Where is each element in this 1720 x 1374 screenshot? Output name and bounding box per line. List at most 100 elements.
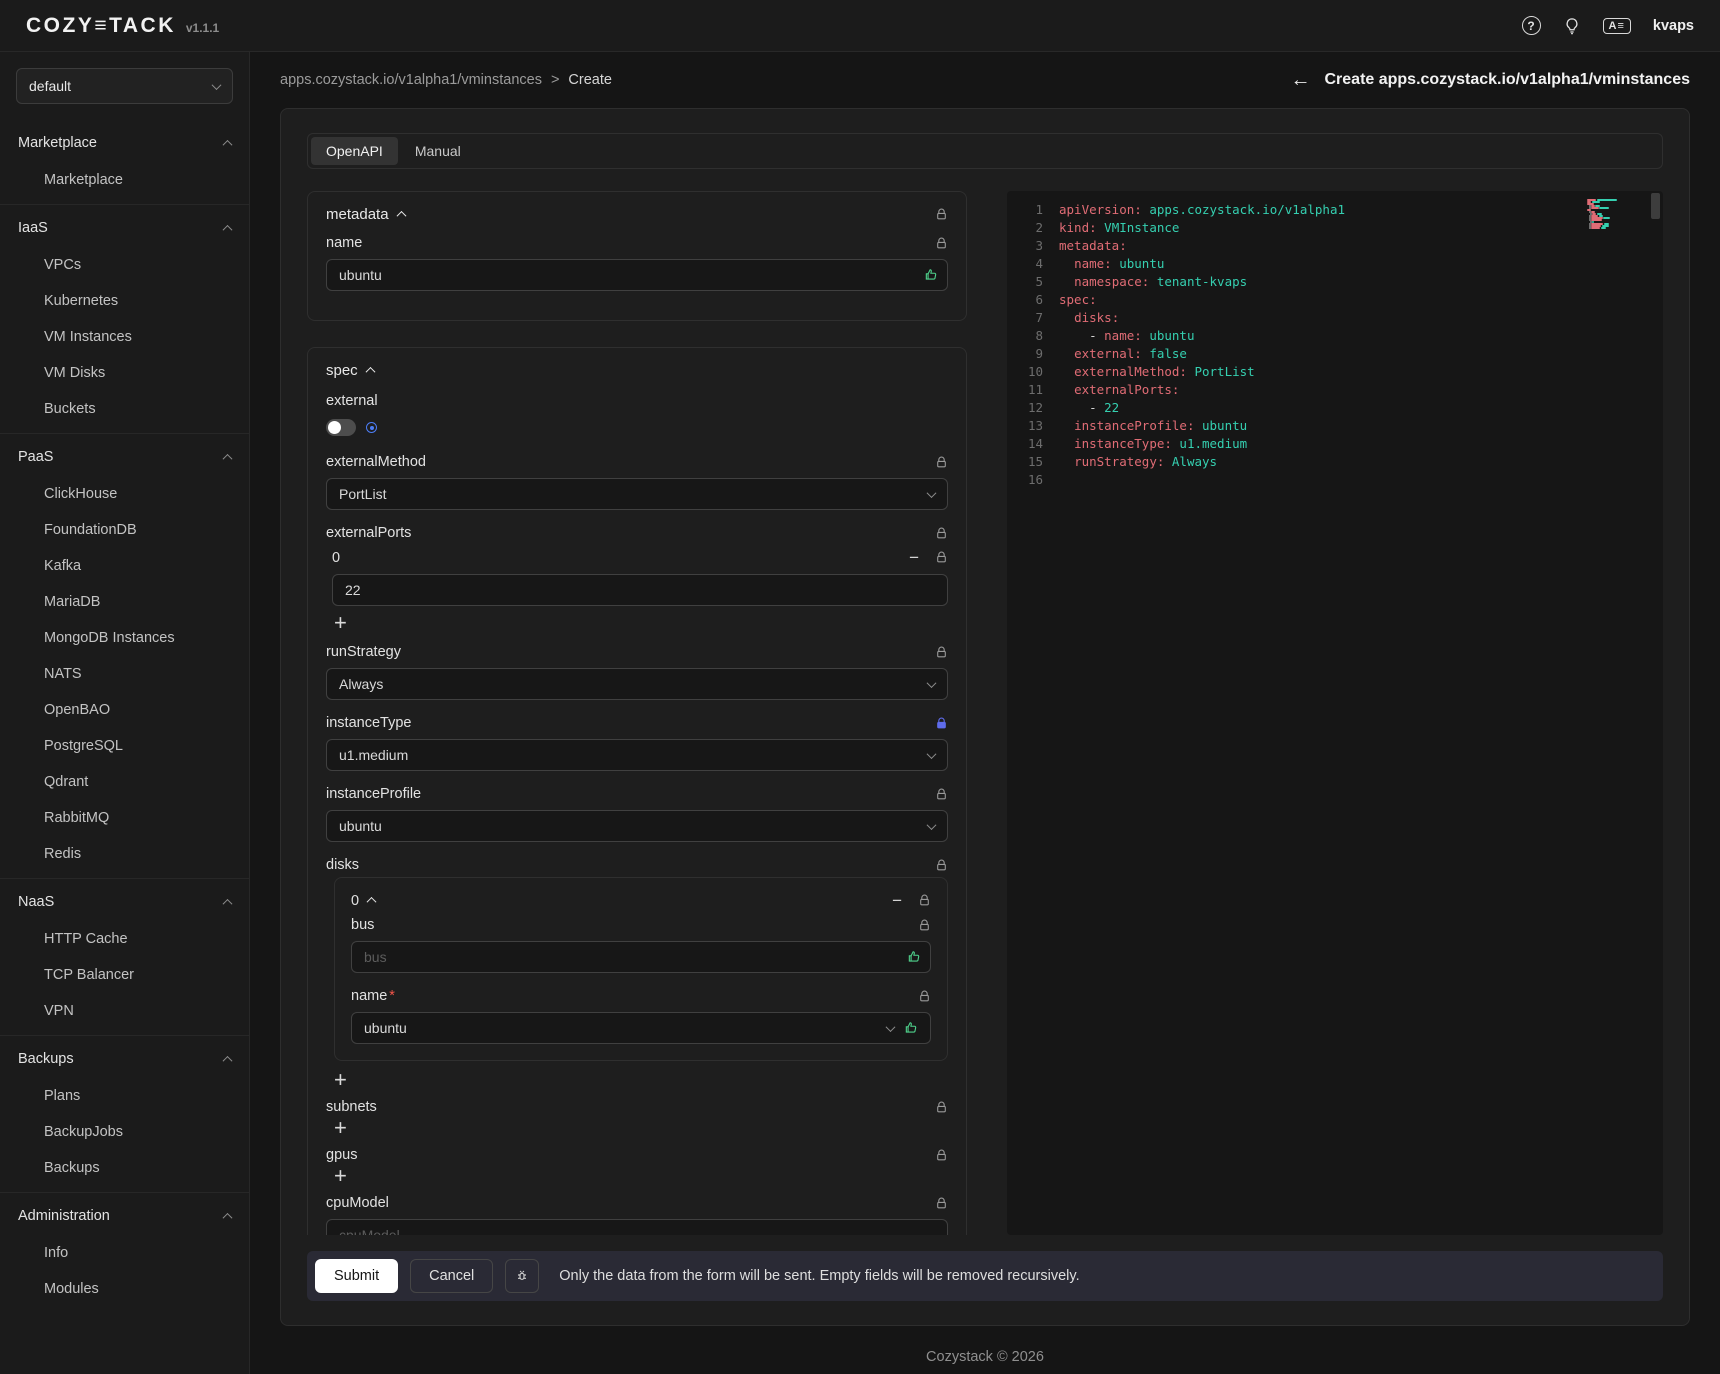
remove-item-icon[interactable]: − xyxy=(892,892,902,909)
sidebar-item-vpcs[interactable]: VPCs xyxy=(0,247,249,283)
lock-icon[interactable] xyxy=(935,859,948,872)
sidebar-item-backups[interactable]: Backups xyxy=(0,1150,249,1186)
help-button[interactable]: ? xyxy=(1522,16,1541,35)
sidebar-section-backups[interactable]: Backups xyxy=(0,1040,249,1078)
bug-icon xyxy=(514,1268,530,1284)
token xyxy=(1059,310,1074,325)
sidebar-item-marketplace[interactable]: Marketplace xyxy=(0,162,249,198)
externalMethod-select[interactable]: PortList xyxy=(326,478,948,510)
submit-button[interactable]: Submit xyxy=(315,1259,398,1293)
sidebar-item-vm-instances[interactable]: VM Instances xyxy=(0,319,249,355)
chevron-down-icon xyxy=(927,488,937,498)
field-cpuModel: cpuModel xyxy=(326,1195,948,1235)
sidebar-item-qdrant[interactable]: Qdrant xyxy=(0,764,249,800)
sidebar-item-http-cache[interactable]: HTTP Cache xyxy=(0,921,249,957)
lock-icon[interactable] xyxy=(935,208,948,221)
sidebar-item-kafka[interactable]: Kafka xyxy=(0,548,249,584)
required-mark: * xyxy=(389,988,395,1004)
thumb-up-icon[interactable] xyxy=(907,950,921,964)
footer-text: Cozystack © 2026 xyxy=(250,1340,1720,1374)
externalPorts-item-input[interactable] xyxy=(332,574,948,606)
tab-manual[interactable]: Manual xyxy=(400,137,476,165)
sidebar-item-kubernetes[interactable]: Kubernetes xyxy=(0,283,249,319)
item-index: 0 xyxy=(351,893,359,909)
page-title-wrap: ← Create apps.cozystack.io/v1alpha1/vmin… xyxy=(1290,70,1690,90)
lock-locked-icon[interactable] xyxy=(935,717,948,730)
disk-item-toggle[interactable]: 0 xyxy=(351,893,375,909)
back-arrow-icon[interactable]: ← xyxy=(1290,70,1310,90)
sidebar-item-buckets[interactable]: Buckets xyxy=(0,391,249,427)
theme-toggle-button[interactable] xyxy=(1563,17,1581,35)
tab-openapi[interactable]: OpenAPI xyxy=(311,137,398,165)
topbar: apps.cozystack.io/v1alpha1/vminstances >… xyxy=(250,52,1720,108)
lock-icon[interactable] xyxy=(918,894,931,907)
line-number: 13 xyxy=(1007,417,1043,435)
lock-icon[interactable] xyxy=(935,551,948,564)
sidebar-section-paas[interactable]: PaaS xyxy=(0,438,249,476)
yaml-editor[interactable]: 12345678910111213141516 apiVersion: apps… xyxy=(1007,191,1663,1235)
sidebar-section: AdministrationInfoModules xyxy=(0,1192,249,1313)
add-subnet-button[interactable]: + xyxy=(334,1117,347,1139)
editor-minimap[interactable] xyxy=(1587,199,1645,231)
debug-button[interactable] xyxy=(505,1259,539,1293)
thumb-up-icon[interactable] xyxy=(924,268,938,282)
lock-icon[interactable] xyxy=(935,788,948,801)
sidebar-item-foundationdb[interactable]: FoundationDB xyxy=(0,512,249,548)
remove-item-icon[interactable]: − xyxy=(909,549,919,566)
metadata-section-toggle[interactable]: metadata xyxy=(326,206,405,223)
sidebar-section-marketplace[interactable]: Marketplace xyxy=(0,124,249,162)
add-disk-button[interactable]: + xyxy=(334,1069,347,1091)
external-toggle[interactable] xyxy=(326,419,356,436)
sidebar-item-rabbitmq[interactable]: RabbitMQ xyxy=(0,800,249,836)
sidebar-item-vm-disks[interactable]: VM Disks xyxy=(0,355,249,391)
sidebar-section-administration[interactable]: Administration xyxy=(0,1197,249,1235)
actions-bar: Submit Cancel Only the data from the for… xyxy=(307,1251,1663,1301)
lock-icon[interactable] xyxy=(918,919,931,932)
sidebar-item-mariadb[interactable]: MariaDB xyxy=(0,584,249,620)
lock-icon[interactable] xyxy=(935,237,948,250)
sidebar-item-tcp-balancer[interactable]: TCP Balancer xyxy=(0,957,249,993)
token: instanceProfile: xyxy=(1074,418,1194,433)
user-name[interactable]: kvaps xyxy=(1653,18,1694,34)
lock-icon[interactable] xyxy=(935,1149,948,1162)
sidebar-item-modules[interactable]: Modules xyxy=(0,1271,249,1307)
sidebar-item-mongodb-instances[interactable]: MongoDB Instances xyxy=(0,620,249,656)
token: disks: xyxy=(1074,310,1119,325)
lock-icon[interactable] xyxy=(935,1197,948,1210)
sidebar-section-iaas[interactable]: IaaS xyxy=(0,209,249,247)
sidebar-item-nats[interactable]: NATS xyxy=(0,656,249,692)
editor-scrollbar-thumb[interactable] xyxy=(1651,193,1660,219)
runStrategy-select[interactable]: Always xyxy=(326,668,948,700)
sidebar-section-naas[interactable]: NaaS xyxy=(0,883,249,921)
sidebar-item-backupjobs[interactable]: BackupJobs xyxy=(0,1114,249,1150)
instanceProfile-select[interactable]: ubuntu xyxy=(326,810,948,842)
add-externalPort-button[interactable]: + xyxy=(334,612,347,634)
add-gpu-button[interactable]: + xyxy=(334,1165,347,1187)
metadata-name-input[interactable] xyxy=(326,259,948,291)
lock-icon[interactable] xyxy=(935,527,948,540)
lock-icon[interactable] xyxy=(935,456,948,469)
sidebar-item-vpn[interactable]: VPN xyxy=(0,993,249,1029)
sidebar-item-redis[interactable]: Redis xyxy=(0,836,249,872)
breadcrumb-path[interactable]: apps.cozystack.io/v1alpha1/vminstances xyxy=(280,72,542,88)
lock-icon[interactable] xyxy=(918,990,931,1003)
app-version: v1.1.1 xyxy=(186,21,219,35)
sidebar-item-postgresql[interactable]: PostgreSQL xyxy=(0,728,249,764)
disk-name-select[interactable]: ubuntu xyxy=(351,1012,931,1044)
form-column[interactable]: metadata name xyxy=(307,191,967,1235)
line-number: 5 xyxy=(1007,273,1043,291)
sidebar-item-info[interactable]: Info xyxy=(0,1235,249,1271)
cpuModel-input[interactable] xyxy=(326,1219,948,1235)
spec-section-toggle[interactable]: spec xyxy=(326,362,374,379)
namespace-select[interactable]: default xyxy=(16,68,233,104)
sidebar-item-clickhouse[interactable]: ClickHouse xyxy=(0,476,249,512)
lock-icon[interactable] xyxy=(935,1101,948,1114)
language-button[interactable]: A≡ xyxy=(1603,18,1631,34)
sidebar-item-plans[interactable]: Plans xyxy=(0,1078,249,1114)
cancel-button[interactable]: Cancel xyxy=(410,1259,493,1293)
instanceType-select[interactable]: u1.medium xyxy=(326,739,948,771)
lock-icon[interactable] xyxy=(935,646,948,659)
disk-bus-input[interactable] xyxy=(351,941,931,973)
sidebar-item-openbao[interactable]: OpenBAO xyxy=(0,692,249,728)
thumb-up-icon[interactable] xyxy=(904,1021,918,1035)
